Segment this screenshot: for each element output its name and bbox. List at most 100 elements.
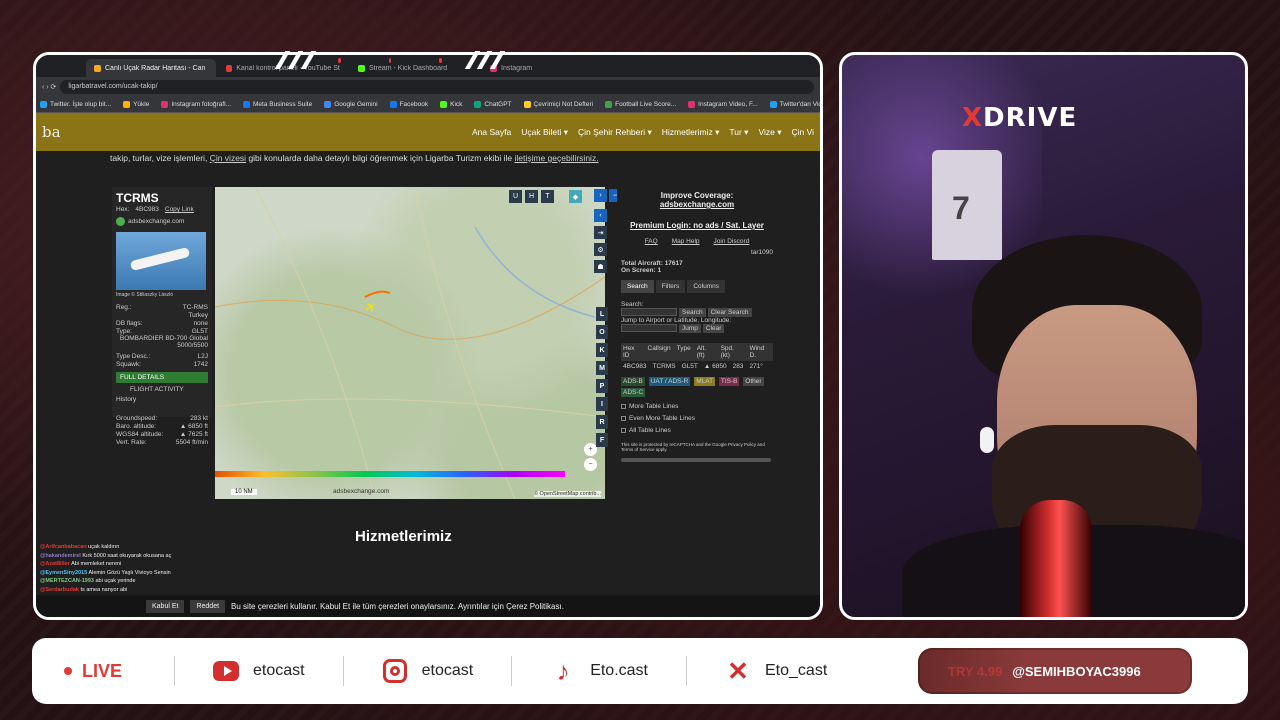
nav-item[interactable]: Uçak Bileti ▾ <box>521 127 568 138</box>
people-icon[interactable]: ☗ <box>594 260 607 273</box>
chat-message: @Azat8iller Abi memleket nereni <box>40 560 260 569</box>
more-lines-checkbox[interactable]: More Table Lines <box>621 403 773 410</box>
bookmark-item[interactable]: Facebook <box>389 100 428 108</box>
table-header-cell[interactable]: Callsign <box>648 345 671 359</box>
contact-link[interactable]: iletişime geçebilirsiniz. <box>514 153 598 163</box>
bookmark-item[interactable]: ChatGPT <box>474 100 512 108</box>
bookmark-favicon-icon <box>324 100 332 108</box>
aircraft-photo[interactable] <box>116 232 206 290</box>
bookmark-item[interactable]: Yükle <box>123 100 149 108</box>
tab-columns[interactable]: Columns <box>687 280 725 293</box>
osm-credit[interactable]: © OpenStreetMap contrib... <box>533 491 601 497</box>
copy-link-button[interactable]: Copy Link <box>165 206 194 213</box>
map-button-t[interactable]: T <box>541 190 554 203</box>
table-row[interactable]: 4BC983 TCRMS GL5T ▲ 6850 283 271° <box>621 361 773 372</box>
registration-value: TC-RMS <box>182 304 208 311</box>
social-instagram: etocast <box>342 656 512 686</box>
tab-filters[interactable]: Filters <box>655 280 686 293</box>
table-header-cell[interactable]: Wind D. <box>749 345 771 359</box>
baro-altitude-value: ▲ 6850 ft <box>179 423 208 430</box>
bookmark-item[interactable]: Meta Business Suite <box>242 100 312 108</box>
adsb-side-panel: Improve Coverage: adsbexchange.com Premi… <box>617 187 777 499</box>
full-details-button[interactable]: FULL DETAILS <box>116 372 208 383</box>
history-toggle[interactable]: History <box>116 396 208 403</box>
x-twitter-icon: ✕ <box>727 655 749 686</box>
table-cell: ▲ 6850 <box>703 363 727 370</box>
search-input[interactable] <box>621 308 677 317</box>
jump-input[interactable] <box>621 324 677 333</box>
bookmark-favicon-icon <box>389 100 397 108</box>
layer-button-m[interactable]: M <box>596 361 608 375</box>
bookmark-item[interactable]: Kick <box>440 100 462 108</box>
chat-text: Abi memleket nereni <box>71 561 122 567</box>
clear-button[interactable]: Clear <box>702 324 725 333</box>
bookmark-item[interactable]: Çevrimiçi Not Defteri <box>523 100 593 108</box>
all-lines-checkbox[interactable]: All Table Lines <box>621 427 773 434</box>
layers-icon[interactable]: ◆ <box>569 190 582 203</box>
table-header-cell[interactable]: Spd. (kt) <box>721 345 744 359</box>
chat-message: @hakandemirel Kırk 5000 saat okuyarak ok… <box>40 552 260 561</box>
nav-item[interactable]: Çin Vi <box>791 127 814 138</box>
discord-link[interactable]: Join Discord <box>714 238 750 245</box>
tab-search[interactable]: Search <box>621 280 654 293</box>
site-logo[interactable]: ba <box>42 123 61 141</box>
cookie-reject-button[interactable]: Reddet <box>190 599 226 613</box>
layer-button-p[interactable]: P <box>596 379 608 393</box>
flight-map[interactable]: ✈ U H T ◆ + − 10 NM adsbexchange.com © O… <box>215 187 605 499</box>
flight-activity-button[interactable]: FLIGHT ACTIVITY <box>116 386 208 393</box>
faq-link[interactable]: FAQ <box>645 238 658 245</box>
login-icon[interactable]: ⇥ <box>594 226 607 239</box>
layer-button-r[interactable]: R <box>596 415 608 429</box>
bookmark-item[interactable]: Instagram fotoğrafl... <box>161 100 231 108</box>
layer-button-o[interactable]: O <box>596 325 608 339</box>
jump-button[interactable]: Jump <box>679 324 701 333</box>
layer-button-i[interactable]: I <box>596 397 608 411</box>
table-header-cell[interactable]: Alt. (ft) <box>697 345 715 359</box>
zoom-out-button[interactable]: − <box>584 458 597 471</box>
clear-search-button[interactable]: Clear Search <box>707 308 752 317</box>
cookie-accept-button[interactable]: Kabul Et <box>146 599 185 613</box>
site-navbar: ba Ana Sayfa Uçak Bileti ▾ Çin Şehir Rehbe… <box>36 113 820 151</box>
bookmark-item[interactable]: Instagram Video, F... <box>688 100 758 108</box>
nav-item[interactable]: Vize ▾ <box>758 127 781 138</box>
bookmark-item[interactable]: Twitter. İşte olup bit... <box>40 100 111 108</box>
even-more-lines-checkbox[interactable]: Even More Table Lines <box>621 415 773 422</box>
browser-tab[interactable]: Instagram <box>482 59 612 77</box>
layer-button-k[interactable]: K <box>596 343 608 357</box>
search-button[interactable]: Search <box>679 308 706 317</box>
youtube-icon <box>213 658 239 684</box>
bookmark-item[interactable]: Twitter'dan Video İ... <box>769 100 820 108</box>
version-link[interactable]: tar1090 <box>621 249 773 256</box>
improve-coverage-link[interactable]: adsbexchange.com <box>621 200 773 209</box>
bookmark-favicon-icon <box>769 100 777 108</box>
chevron-left-icon[interactable]: ‹ <box>594 209 607 222</box>
browser-tab[interactable]: Canlı Uçak Radar Haritası - Can <box>86 59 216 77</box>
map-help-link[interactable]: Map Help <box>672 238 700 245</box>
chat-username: @hakandemirel <box>40 552 81 559</box>
settings-icon[interactable]: ⚙ <box>594 243 607 256</box>
nav-item[interactable]: Çin Şehir Rehberi ▾ <box>578 127 652 138</box>
globe-icon <box>116 217 125 226</box>
bookmark-item[interactable]: Football Live Score... <box>605 100 676 108</box>
nav-item[interactable]: Hizmetlerimiz ▾ <box>662 127 720 138</box>
nav-item[interactable]: Ana Sayfa <box>472 127 511 138</box>
map-button-u[interactable]: U <box>509 190 522 203</box>
horizontal-scrollbar[interactable] <box>621 458 771 462</box>
table-header-cell[interactable]: Hex ID <box>623 345 642 359</box>
visa-link[interactable]: Çin vizesi <box>210 153 246 163</box>
chevron-right-icon[interactable]: › <box>594 189 607 202</box>
url-field[interactable]: ligarbatravel.com/ucak-takip/ <box>60 79 814 94</box>
donation-user: @SEMIHBOYAC3996 <box>1012 663 1141 679</box>
donation-alert: TRY 4.99 @SEMIHBOYAC3996 <box>918 648 1192 694</box>
chat-message: @Serdarbudak ts amea nanyor abi <box>40 586 260 595</box>
layer-button-l[interactable]: L <box>596 307 608 321</box>
social-youtube: etocast <box>174 656 343 686</box>
vert-rate-value: 5504 ft/min <box>175 439 208 446</box>
source-link[interactable]: adsbexchange.com <box>128 218 184 225</box>
nav-item[interactable]: Tur ▾ <box>729 127 748 138</box>
premium-login-link[interactable]: Premium Login: no ads / Sat. Layer <box>621 221 773 230</box>
table-header-cell[interactable]: Type <box>677 345 691 359</box>
layer-button-f[interactable]: F <box>596 433 608 447</box>
map-button-h[interactable]: H <box>525 190 538 203</box>
bookmark-item[interactable]: Google Gemini <box>324 100 378 108</box>
